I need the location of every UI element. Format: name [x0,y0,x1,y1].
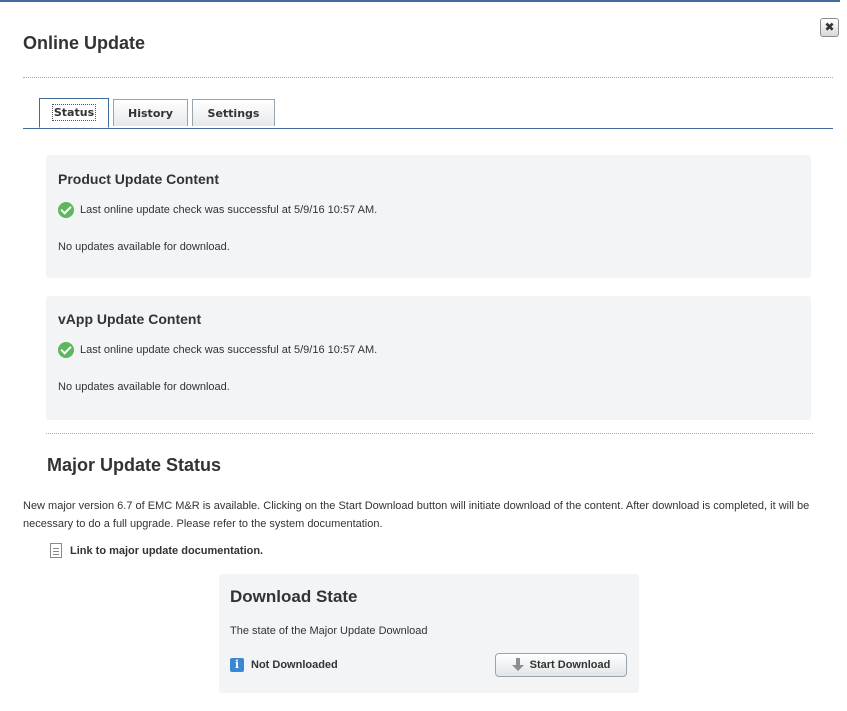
online-update-dialog: ✖ Online Update Status History Settings … [0,0,847,711]
tab-status[interactable]: Status [39,98,109,128]
close-icon[interactable]: ✖ [820,18,839,37]
tab-settings-label: Settings [207,107,260,120]
download-arrow-icon [511,658,524,672]
vapp-update-panel: vApp Update Content Last online update c… [46,296,811,420]
dialog-title: Online Update [23,33,146,53]
dialog-top-border [0,0,840,2]
major-update-doc-link[interactable]: Link to major update documentation. [50,543,263,558]
product-update-status-text: Last online update check was successful … [80,204,378,216]
start-download-label: Start Download [529,659,611,671]
major-update-divider [46,433,813,434]
download-state-title: Download State [230,587,358,606]
start-download-button[interactable]: Start Download [495,653,627,677]
vapp-update-status: Last online update check was successful … [58,342,377,358]
vapp-update-title: vApp Update Content [58,311,202,327]
info-icon: i [230,658,244,672]
vapp-update-status-text: Last online update check was successful … [80,344,378,356]
product-update-status: Last online update check was successful … [58,202,377,218]
doc-link-label: Link to major update documentation. [70,544,264,557]
product-update-title: Product Update Content [58,171,219,187]
success-check-icon [58,342,74,358]
tab-bar: Status History Settings [23,97,833,129]
title-divider [23,77,833,78]
document-icon [50,543,62,558]
major-update-description: New major version 6.7 of EMC M&R is avai… [23,500,810,530]
product-update-availability: No updates available for download. [58,241,230,253]
download-state-value: Not Downloaded [251,659,338,671]
major-update-title: Major Update Status [47,455,222,475]
product-update-panel: Product Update Content Last online updat… [46,155,811,278]
tab-history[interactable]: History [113,99,188,126]
vapp-update-availability: No updates available for download. [58,381,230,393]
download-state-status: i Not Downloaded [230,658,338,672]
tab-settings[interactable]: Settings [192,99,275,126]
download-state-description: The state of the Major Update Download [230,625,428,637]
tab-status-label: Status [51,104,97,121]
download-state-panel: Download State The state of the Major Up… [219,574,639,693]
success-check-icon [58,202,74,218]
tab-underline [23,128,833,129]
tab-history-label: History [128,107,173,120]
